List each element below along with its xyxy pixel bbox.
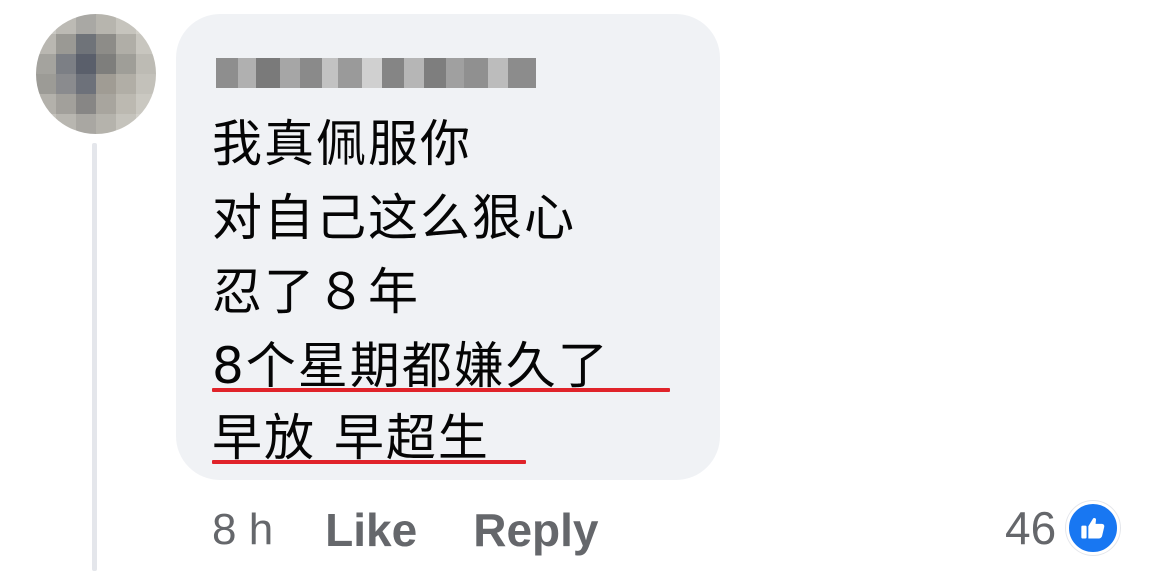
comment-line-4: 8个星期都嫌久了	[212, 337, 610, 395]
author-name-blurred[interactable]	[216, 58, 536, 88]
thumbs-up-glyph	[1081, 517, 1105, 539]
comment-bubble: 我真佩服你 对自己这么狠心 忍了８年 8个星期都嫌久了 早放 早超生	[176, 14, 720, 480]
highlight-underline-2	[212, 460, 526, 464]
comment-line-3: 忍了８年	[212, 263, 420, 321]
timestamp[interactable]: 8 h	[212, 505, 273, 555]
thumbs-up-icon	[1066, 501, 1121, 555]
reaction-count: 46	[1005, 502, 1057, 554]
comment-actions: 8 h Like Reply	[212, 500, 654, 560]
reply-button[interactable]: Reply	[473, 503, 598, 557]
reaction-summary[interactable]: 46	[1005, 498, 1121, 558]
avatar[interactable]	[36, 14, 156, 134]
highlight-underline-1	[212, 388, 670, 392]
comment-line-1: 我真佩服你	[212, 115, 472, 173]
thread-line	[92, 143, 97, 571]
comment-line-5: 早放 早超生	[212, 409, 490, 467]
like-button[interactable]: Like	[325, 503, 417, 557]
comment-line-2: 对自己这么狠心	[212, 189, 576, 247]
